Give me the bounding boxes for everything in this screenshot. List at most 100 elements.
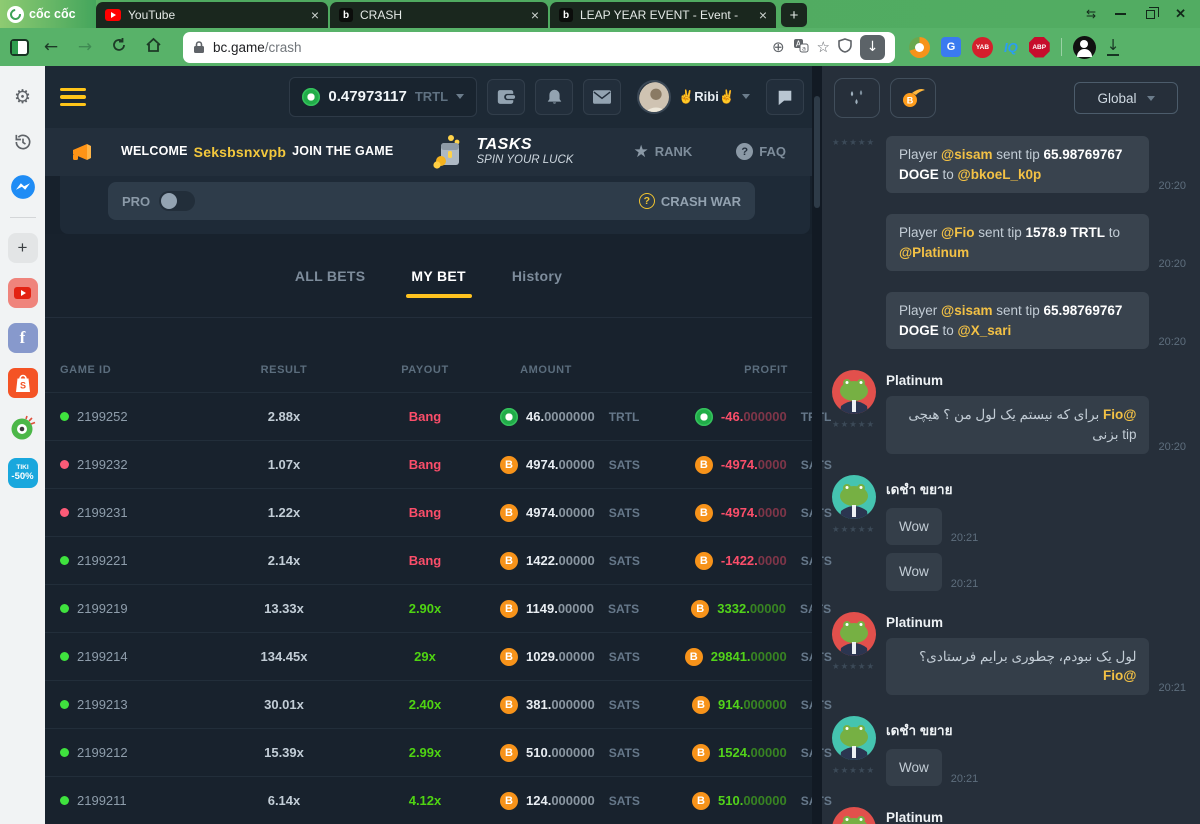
game-id[interactable]: 2199212 bbox=[77, 745, 128, 760]
chat-author[interactable]: Platinum bbox=[886, 810, 1186, 824]
mention[interactable]: @X_sari bbox=[958, 323, 1012, 338]
maximize-button[interactable] bbox=[1146, 10, 1155, 19]
shield-icon[interactable] bbox=[838, 38, 852, 57]
game-id[interactable]: 2199211 bbox=[77, 793, 127, 808]
mention[interactable]: @Fio bbox=[1103, 668, 1136, 683]
bets-tab-my-bet[interactable]: MY BET bbox=[411, 268, 465, 284]
mention[interactable]: @Fio bbox=[1103, 407, 1136, 422]
chat-author[interactable]: เดชำ ขยาย bbox=[886, 478, 1186, 500]
bookmark-star-icon[interactable]: ☆ bbox=[817, 38, 830, 56]
game-id[interactable]: 2199221 bbox=[77, 553, 128, 568]
new-tab-button[interactable]: + bbox=[781, 3, 807, 27]
user-level-stars: ★★★★★ bbox=[832, 138, 875, 148]
browser-window: cốc cốc YouTube × b CRASH × b LEAP YEAR … bbox=[0, 0, 1200, 824]
messenger-icon[interactable] bbox=[8, 172, 38, 202]
coin-rain-button[interactable] bbox=[834, 78, 880, 118]
tab-close-icon[interactable]: × bbox=[531, 8, 539, 22]
mention[interactable]: @Platinum bbox=[899, 245, 969, 260]
tasks-subtitle: SPIN YOUR LUCK bbox=[477, 154, 574, 167]
chat-author[interactable]: เดชำ ขยาย bbox=[886, 719, 1186, 741]
faq-link[interactable]: ? FAQ bbox=[736, 143, 786, 160]
game-id[interactable]: 2199232 bbox=[77, 457, 128, 472]
coin-icon bbox=[500, 552, 518, 570]
chat-toggle-button[interactable] bbox=[766, 79, 804, 115]
history-icon[interactable] bbox=[8, 127, 38, 157]
game-id[interactable]: 2199231 bbox=[77, 505, 128, 520]
translate-extension-icon[interactable]: G bbox=[941, 37, 961, 57]
coin-icon bbox=[500, 600, 518, 618]
translate-page-icon[interactable]: Aa bbox=[793, 38, 809, 57]
balance-selector[interactable]: 0.47973117 TRTL bbox=[289, 77, 477, 117]
shopee-shortcut-icon[interactable]: S bbox=[8, 368, 38, 398]
column-header: RESULT bbox=[218, 364, 350, 376]
tab-youtube[interactable]: YouTube × bbox=[96, 2, 328, 28]
status-dot bbox=[60, 604, 69, 613]
home-button[interactable] bbox=[141, 37, 165, 58]
chat-author[interactable]: Platinum bbox=[886, 373, 1186, 388]
pro-toggle[interactable] bbox=[159, 191, 195, 211]
rank-link[interactable]: ★ RANK bbox=[633, 142, 692, 162]
chat-author[interactable]: Platinum bbox=[886, 615, 1186, 630]
column-header: PAYOUT bbox=[350, 364, 500, 376]
adblock-extension-icon[interactable]: ABP bbox=[1029, 37, 1050, 58]
close-window-button[interactable]: ✕ bbox=[1175, 6, 1186, 22]
minimize-button[interactable] bbox=[1115, 13, 1126, 15]
crash-war-link[interactable]: ? CRASH WAR bbox=[639, 193, 741, 209]
wallet-button[interactable] bbox=[487, 79, 525, 115]
tab-crash[interactable]: b CRASH × bbox=[330, 2, 548, 28]
game-id[interactable]: 2199214 bbox=[77, 649, 128, 664]
arrange-windows-icon[interactable]: ⇆ bbox=[1086, 7, 1095, 21]
mention[interactable]: @bkoeL_k0p bbox=[958, 167, 1042, 182]
tasks-link[interactable]: TASKS SPIN YOUR LUCK bbox=[429, 133, 574, 171]
chat-language-selector[interactable]: Global bbox=[1074, 82, 1178, 114]
tab-close-icon[interactable]: × bbox=[759, 8, 767, 22]
settings-gear-icon[interactable]: ⚙ bbox=[8, 82, 38, 112]
messages-button[interactable] bbox=[583, 79, 621, 115]
chat-bubble: Player @sisam sent tip 65.98769767 DOGE … bbox=[886, 292, 1149, 349]
forward-button[interactable]: → bbox=[73, 37, 97, 57]
game-id[interactable]: 2199252 bbox=[77, 409, 128, 424]
notifications-button[interactable] bbox=[535, 79, 573, 115]
bets-tab-history[interactable]: History bbox=[512, 268, 562, 284]
mention[interactable]: @sisam bbox=[941, 303, 992, 318]
add-shortcut-button[interactable]: + bbox=[8, 233, 38, 263]
reload-button[interactable] bbox=[107, 37, 131, 58]
back-button[interactable]: ← bbox=[39, 37, 63, 57]
downloads-tray-icon[interactable]: ↓ bbox=[1107, 38, 1120, 56]
mention[interactable]: @Fio bbox=[941, 225, 974, 240]
browser-toolbar: ← → bc.game/crash ⊕ Aa ☆ ↓ G YAB IQ ABP bbox=[0, 28, 1200, 66]
url-text[interactable]: bc.game/crash bbox=[213, 40, 764, 55]
user-menu[interactable]: ✌Ribi✌ bbox=[637, 80, 750, 114]
facebook-shortcut-icon[interactable]: f bbox=[8, 323, 38, 353]
address-bar[interactable]: bc.game/crash ⊕ Aa ☆ ↓ bbox=[183, 32, 895, 63]
youtube-shortcut-icon[interactable] bbox=[8, 278, 38, 308]
mention[interactable]: @sisam bbox=[941, 147, 992, 162]
scrollbar-thumb[interactable] bbox=[814, 96, 820, 208]
download-page-button[interactable]: ↓ bbox=[860, 35, 885, 60]
bets-tab-all-bets[interactable]: ALL BETS bbox=[295, 268, 366, 284]
status-dot bbox=[60, 796, 69, 805]
currency-label: TRTL bbox=[609, 410, 649, 424]
game-id[interactable]: 2199213 bbox=[77, 697, 128, 712]
tab-leap-year-event[interactable]: b LEAP YEAR EVENT - Event - × bbox=[550, 2, 776, 28]
rain-drops-icon bbox=[846, 88, 868, 108]
tab-close-icon[interactable]: × bbox=[311, 8, 319, 22]
zoom-page-icon[interactable]: ⊕ bbox=[772, 38, 785, 56]
fireball-button[interactable]: B bbox=[890, 78, 936, 118]
game-id[interactable]: 2199219 bbox=[77, 601, 128, 616]
chat-bubble: لول یک نبودم، چطوری برایم فرستادی؟ @Fio bbox=[886, 638, 1149, 695]
menu-hamburger-button[interactable] bbox=[60, 88, 86, 107]
coccoc-shortcut-icon[interactable] bbox=[8, 413, 38, 443]
sidebar-toggle-icon[interactable] bbox=[10, 39, 29, 56]
yab-extension-icon[interactable]: YAB bbox=[972, 37, 993, 58]
chat-message: Player @sisam sent tip 65.98769767 DOGE … bbox=[832, 292, 1186, 357]
extension-icon-1[interactable] bbox=[909, 37, 930, 58]
avatar[interactable] bbox=[832, 807, 876, 824]
browser-profile-icon[interactable] bbox=[1073, 36, 1096, 59]
timestamp: 20:21 bbox=[951, 578, 979, 591]
page-scrollbar[interactable] bbox=[812, 66, 822, 824]
fireball-icon: B bbox=[900, 87, 926, 109]
tiki-shortcut-icon[interactable]: TIKI -50% bbox=[8, 458, 38, 488]
iq-extension-icon[interactable]: IQ bbox=[1004, 40, 1018, 55]
coccoc-logo[interactable]: cốc cốc bbox=[0, 0, 96, 28]
